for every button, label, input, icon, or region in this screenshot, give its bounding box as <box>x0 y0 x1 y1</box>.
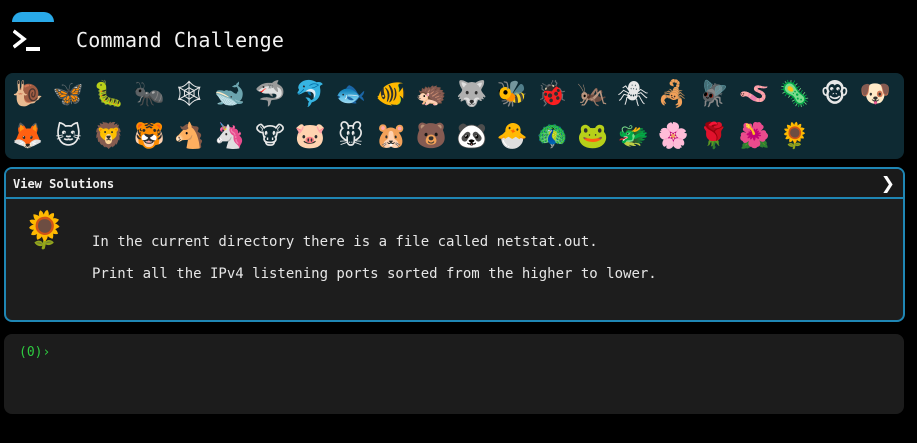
view-solutions-label: View Solutions <box>13 177 115 191</box>
whale-icon[interactable]: 🐋 <box>213 77 247 111</box>
cherry-blossom-icon[interactable]: 🌸 <box>657 119 691 153</box>
header: Command Challenge <box>0 0 917 70</box>
challenge-row-1: 🐌 🦋 🐛 🐜 🕸 🐋 🦈 🐬 🐟 🐠 🦔 🐺 🐝 🐞 🦗 🕷 🦂 🪰 🪱 🦠 🐵 🐶 <box>11 77 899 111</box>
microbe-icon[interactable]: 🦠 <box>778 77 812 111</box>
shark-icon[interactable]: 🦈 <box>253 77 287 111</box>
ant-icon[interactable]: 🐜 <box>132 77 166 111</box>
lion-icon[interactable]: 🦁 <box>92 119 126 153</box>
page-title: Command Challenge <box>76 28 285 52</box>
tiger-icon[interactable]: 🐯 <box>132 119 166 153</box>
dragon-icon[interactable]: 🐲 <box>616 119 650 153</box>
scorpion-icon[interactable]: 🦂 <box>657 77 691 111</box>
cow-icon[interactable]: 🐮 <box>253 119 287 153</box>
challenge-description-line-2: Print all the IPv4 listening ports sorte… <box>92 266 657 282</box>
cat-icon[interactable]: 🐱 <box>51 119 85 153</box>
spider-web-icon[interactable]: 🕸 <box>172 77 206 111</box>
worm-icon[interactable]: 🪱 <box>737 77 771 111</box>
pig-icon[interactable]: 🐷 <box>293 119 327 153</box>
mouse-icon[interactable]: 🐭 <box>334 119 368 153</box>
terminal-prompt: (0)› <box>19 345 51 360</box>
challenge-description-line-1: In the current directory there is a file… <box>92 234 598 250</box>
terminal[interactable]: (0)› <box>4 334 904 414</box>
tropical-fish-icon[interactable]: 🐠 <box>374 77 408 111</box>
challenge-row-2: 🦊 🐱 🦁 🐯 🐴 🦄 🐮 🐷 🐭 🐹 🐻 🐼 🐣 🦚 🐸 🐲 🌸 🌹 🌺 🌻 <box>11 119 818 153</box>
snail-icon[interactable]: 🐌 <box>11 77 45 111</box>
hedgehog-icon[interactable]: 🦔 <box>414 77 448 111</box>
challenge-icon-panel: 🐌 🦋 🐛 🐜 🕸 🐋 🦈 🐬 🐟 🐠 🦔 🐺 🐝 🐞 🦗 🕷 🦂 🪰 🪱 🦠 🐵 🐶 🦊 🐱 🦁 🐯 🐴 🦄 🐮 🐷 🐭 🐹 🐻 🐼 🐣 🦚 🐸 🐲 🌸… <box>5 73 904 159</box>
monkey-icon[interactable]: 🐵 <box>818 77 852 111</box>
solutions-panel: View Solutions ❯ 🌻 In the current direct… <box>4 167 905 322</box>
spider-icon[interactable]: 🕷 <box>616 77 650 111</box>
unicorn-icon[interactable]: 🦄 <box>213 119 247 153</box>
rose-icon[interactable]: 🌹 <box>697 119 731 153</box>
caterpillar-icon[interactable]: 🐛 <box>92 77 126 111</box>
hatching-chick-icon[interactable]: 🐣 <box>495 119 529 153</box>
horse-icon[interactable]: 🐴 <box>172 119 206 153</box>
sunflower-icon: 🌻 <box>22 210 67 251</box>
fish-icon[interactable]: 🐟 <box>334 77 368 111</box>
fly-icon[interactable]: 🪰 <box>697 77 731 111</box>
chevron-right-icon[interactable]: ❯ <box>881 174 895 194</box>
cricket-icon[interactable]: 🦗 <box>576 77 610 111</box>
butterfly-icon[interactable]: 🦋 <box>51 77 85 111</box>
bear-icon[interactable]: 🐻 <box>414 119 448 153</box>
frog-icon[interactable]: 🐸 <box>576 119 610 153</box>
terminal-input[interactable] <box>56 343 876 361</box>
wolf-icon[interactable]: 🐺 <box>455 77 489 111</box>
dolphin-icon[interactable]: 🐬 <box>293 77 327 111</box>
dog-icon[interactable]: 🐶 <box>858 77 892 111</box>
peacock-icon[interactable]: 🦚 <box>535 119 569 153</box>
terminal-prompt-icon[interactable] <box>13 29 43 53</box>
hibiscus-icon[interactable]: 🌺 <box>737 119 771 153</box>
hamster-icon[interactable]: 🐹 <box>374 119 408 153</box>
view-solutions-toggle[interactable]: View Solutions ❯ <box>6 169 903 199</box>
bee-icon[interactable]: 🐝 <box>495 77 529 111</box>
sunflower-icon[interactable]: 🌻 <box>778 119 812 153</box>
panda-icon[interactable]: 🐼 <box>455 119 489 153</box>
ladybug-icon[interactable]: 🐞 <box>535 77 569 111</box>
logo-dome-icon <box>12 12 54 22</box>
fox-icon[interactable]: 🦊 <box>11 119 45 153</box>
